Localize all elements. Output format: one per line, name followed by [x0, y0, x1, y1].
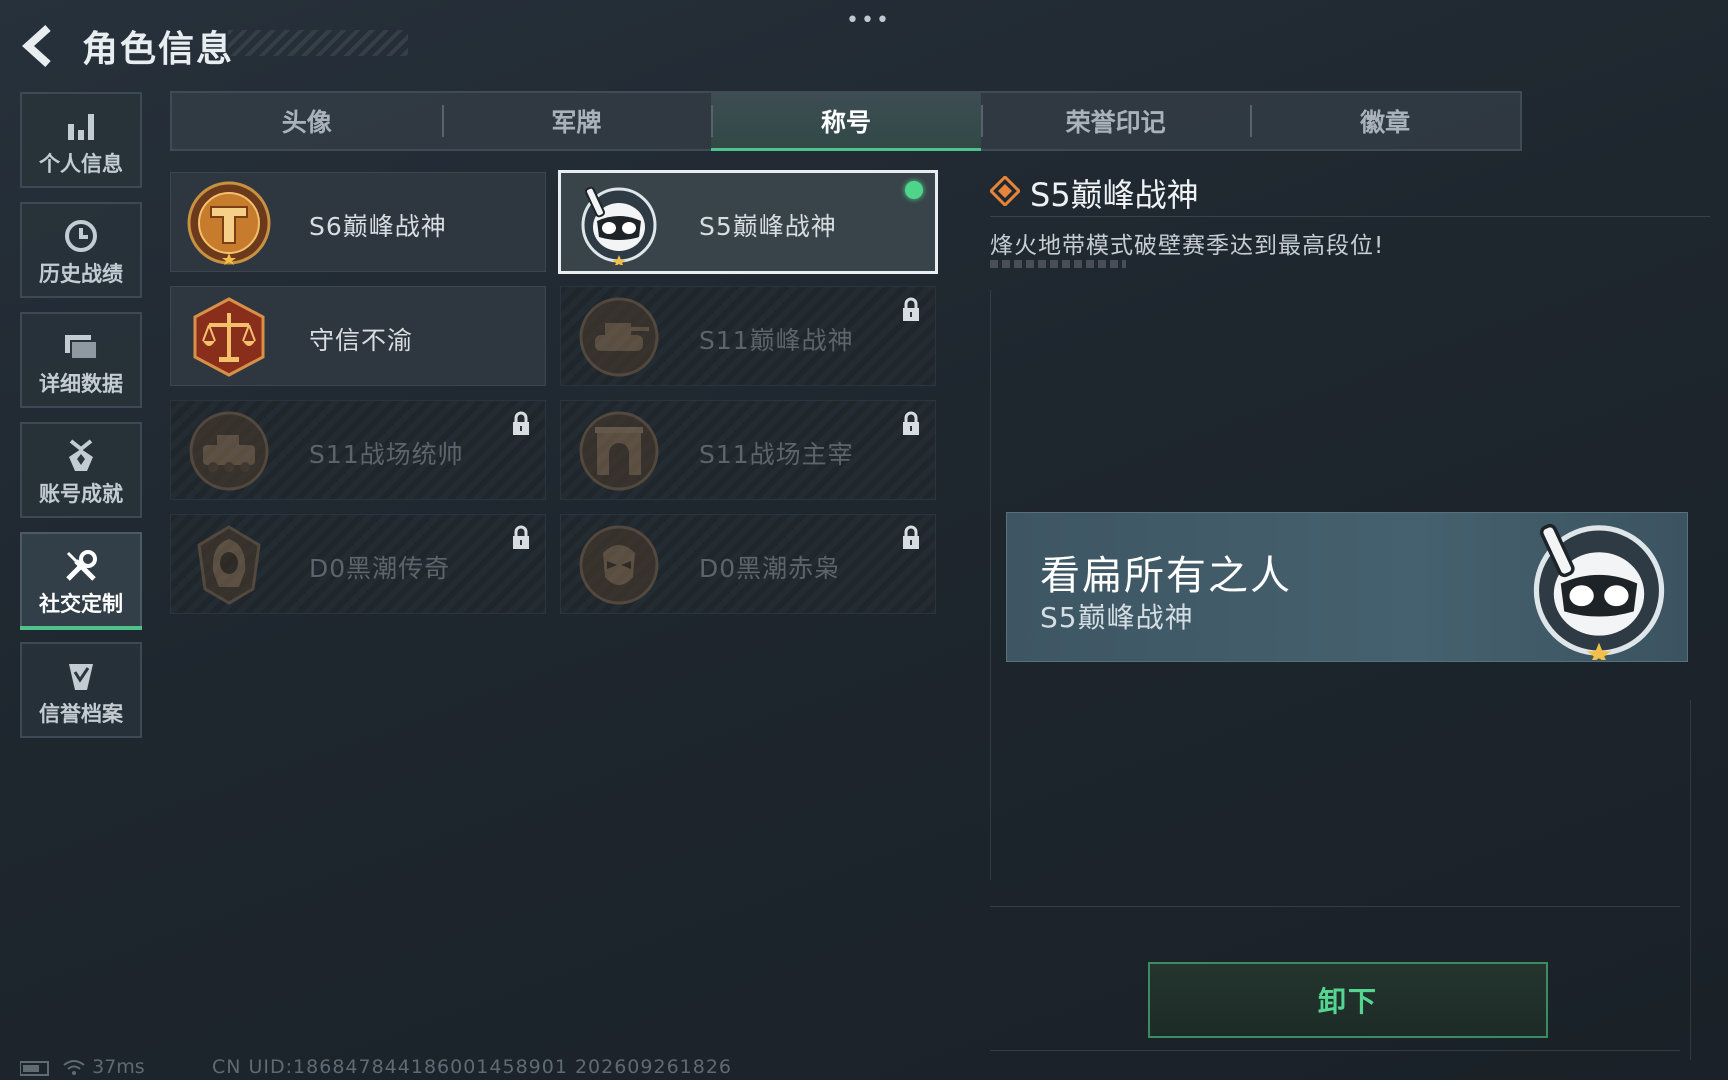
detail-title: S5巅峰战神: [1030, 176, 1199, 214]
sidebar-item-history[interactable]: 历史战绩: [20, 202, 142, 298]
user-uid: CN UID:18684784418600145890​1 2026092618…: [212, 1056, 733, 1078]
tab-badge[interactable]: 徽章: [1250, 93, 1520, 149]
title-card-label: D0黑潮传奇: [309, 554, 451, 583]
sidebar-item-label: 历史战绩: [39, 262, 123, 286]
equipped-indicator: [905, 181, 923, 199]
medal-icon: [22, 438, 140, 474]
tab-avatar[interactable]: 头像: [172, 93, 442, 149]
lock-icon: [513, 525, 529, 549]
clock-icon: [22, 218, 140, 254]
title-card[interactable]: S5巅峰战神: [558, 170, 938, 274]
title-card-label: S11巅峰战神: [699, 326, 854, 355]
battery-icon: [19, 1060, 49, 1076]
bar-chart-icon: [22, 108, 140, 144]
detail-description: 烽火地带模式破壁赛季达到最高段位!: [990, 233, 1385, 259]
sidebar-item-social-custom[interactable]: 社交定制: [20, 532, 142, 630]
wifi-icon: [63, 1059, 85, 1075]
hud-frame-line: [990, 290, 991, 880]
folder-icon: [22, 328, 140, 364]
title-card[interactable]: 守信不渝: [170, 286, 546, 386]
sidebar-item-detailed-data[interactable]: 详细数据: [20, 312, 142, 408]
sidebar-item-label: 账号成就: [39, 482, 123, 506]
detail-decoration: [990, 260, 1126, 268]
hud-frame-line: [1690, 700, 1691, 1060]
tank-emblem-icon: [579, 297, 659, 377]
title-card-label: S6巅峰战神: [309, 212, 447, 241]
masked-face-emblem-icon: [579, 525, 659, 605]
preview-player-name: 看扁所有之人: [1040, 553, 1292, 599]
sidebar-item-credit-record[interactable]: 信誉档案: [20, 642, 142, 738]
back-button[interactable]: [18, 22, 66, 70]
diamond-icon: [990, 176, 1020, 206]
apc-emblem-icon: [189, 411, 269, 491]
title-card-label: D0黑潮赤枭: [699, 554, 841, 583]
hud-frame-line: [990, 1050, 1680, 1051]
sidebar-item-label: 信誉档案: [39, 702, 123, 726]
ping-value: 37ms: [92, 1056, 145, 1078]
title-decoration: [228, 30, 408, 56]
sidebar-item-personal-info[interactable]: 个人信息: [20, 92, 142, 188]
gold-t-emblem-icon: [187, 181, 271, 265]
arch-emblem-icon: [579, 411, 659, 491]
more-options-button[interactable]: •••: [846, 8, 891, 33]
tools-icon: [22, 548, 140, 584]
sidebar-item-label: 社交定制: [39, 592, 123, 616]
hooded-figure-emblem-icon: [197, 525, 261, 605]
tab-dog-tag[interactable]: 军牌: [441, 93, 712, 149]
title-card[interactable]: S11战场主宰: [560, 400, 936, 500]
shield-check-icon: [22, 658, 140, 694]
sidebar-item-achievements[interactable]: 账号成就: [20, 422, 142, 518]
tab-bar: 头像 军牌 称号 荣誉印记 徽章: [170, 91, 1522, 151]
sidebar-item-label: 个人信息: [39, 152, 123, 176]
preview-title: S5巅峰战神: [1040, 601, 1194, 634]
title-card-label: S11战场主宰: [699, 440, 854, 469]
back-arrow-icon: [22, 25, 51, 67]
lock-icon: [903, 411, 919, 435]
title-card-label: S11战场统帅: [309, 440, 464, 469]
unequip-button[interactable]: 卸下: [1148, 962, 1548, 1038]
title-card[interactable]: D0黑潮传奇: [170, 514, 546, 614]
title-card-label: 守信不渝: [309, 326, 414, 355]
title-card[interactable]: S11巅峰战神: [560, 286, 936, 386]
lock-icon: [903, 297, 919, 321]
diver-skull-emblem-icon: [581, 186, 657, 265]
diver-skull-emblem-icon: [1533, 523, 1665, 660]
title-card[interactable]: D0黑潮赤枭: [560, 514, 936, 614]
detail-divider: [990, 216, 1710, 217]
tab-honor-mark[interactable]: 荣誉印记: [980, 93, 1251, 149]
hud-frame-line: [990, 906, 1680, 907]
active-indicator: [20, 626, 142, 630]
sidebar-item-label: 详细数据: [39, 372, 123, 396]
tab-title[interactable]: 称号: [711, 93, 981, 151]
title-card[interactable]: S11战场统帅: [170, 400, 546, 500]
page-title: 角色信息: [82, 29, 235, 70]
lock-icon: [903, 525, 919, 549]
network-status: 37ms: [19, 1056, 145, 1078]
lock-icon: [513, 411, 529, 435]
title-card[interactable]: S6巅峰战神: [170, 172, 546, 272]
title-card-label: S5巅峰战神: [699, 212, 837, 241]
scales-emblem-icon: [193, 297, 265, 377]
